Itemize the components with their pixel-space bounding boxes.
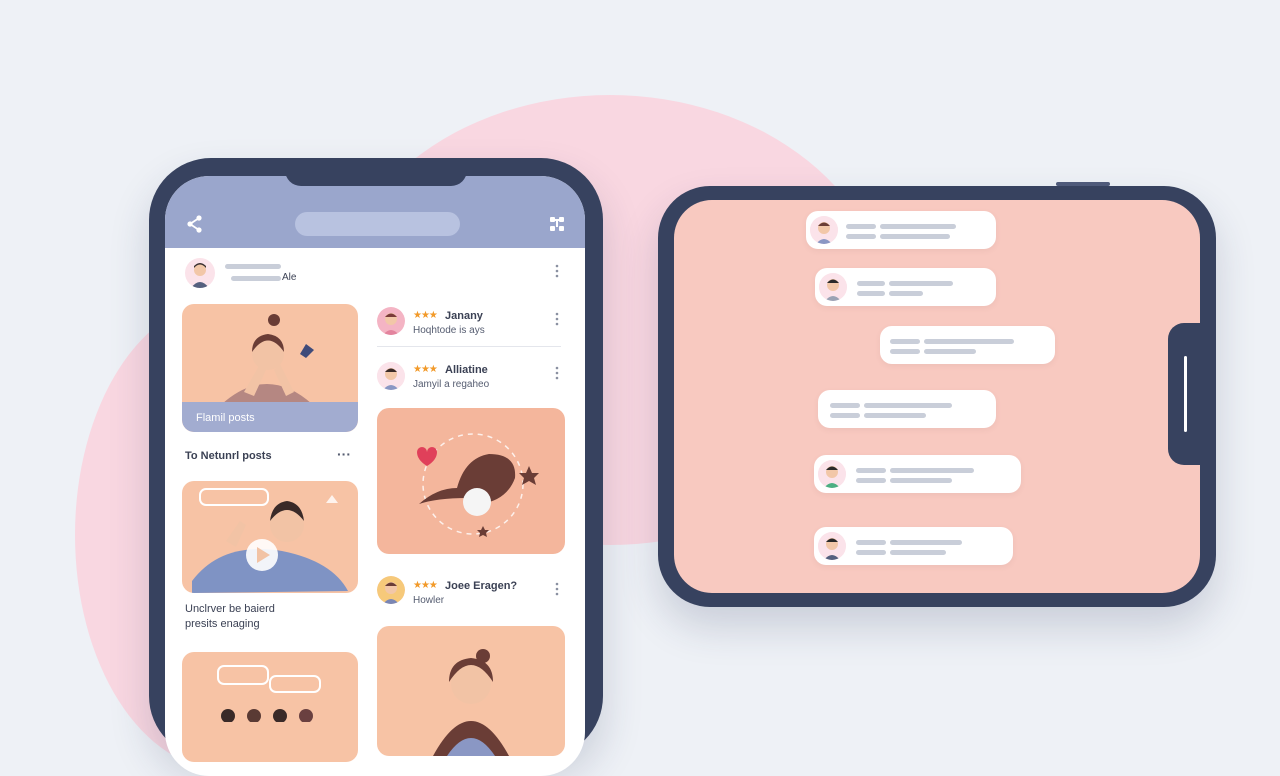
username-placeholder-2 [231, 276, 281, 281]
home-indicator[interactable] [1184, 356, 1187, 432]
message-placeholder [856, 468, 886, 473]
post-author-name[interactable]: Janany [445, 310, 483, 322]
settings-icon[interactable] [547, 214, 567, 234]
portrait-phone: Ale Flamil posts To Netunrl posts ··· Un… [149, 158, 603, 776]
heart-illustration [417, 433, 539, 537]
user-avatar[interactable] [185, 258, 215, 288]
message-placeholder [890, 339, 920, 344]
message-placeholder [890, 349, 920, 354]
section-title: To Netunrl posts [185, 450, 272, 462]
post-rating: ★★★ [413, 580, 438, 591]
message-placeholder [889, 281, 953, 286]
message-placeholder [890, 550, 946, 555]
portrait-post-card[interactable] [377, 626, 565, 756]
post-rating: ★★★ [413, 364, 438, 375]
message-placeholder [890, 468, 974, 473]
message-placeholder [856, 550, 886, 555]
app-top-bar [165, 176, 585, 248]
more-vertical-icon[interactable] [555, 264, 559, 278]
message-placeholder [924, 339, 1014, 344]
chat-avatar [810, 216, 838, 244]
message-placeholder [856, 540, 886, 545]
post-avatar[interactable] [377, 362, 405, 390]
chat-bubble[interactable] [806, 211, 996, 249]
message-placeholder [924, 349, 976, 354]
post-subtitle: Howler [413, 595, 445, 606]
woman-illustration [433, 649, 509, 756]
post-avatar[interactable] [377, 307, 405, 335]
featured-post-card[interactable]: Flamil posts [182, 304, 358, 432]
more-vertical-icon[interactable] [555, 366, 559, 380]
message-placeholder [889, 291, 923, 296]
group-illustration [217, 665, 321, 723]
chat-bubble[interactable] [815, 268, 996, 306]
message-placeholder [864, 403, 952, 408]
caption-line-2: presits enaging [185, 618, 260, 630]
chat-bubble[interactable] [818, 390, 996, 428]
post-subtitle: Hoqhtode is ays [413, 325, 485, 336]
chat-avatar [818, 532, 846, 560]
message-placeholder [890, 478, 952, 483]
phone-notch [285, 158, 467, 186]
message-placeholder [830, 403, 860, 408]
post-author-name[interactable]: Joee Eragen? [445, 580, 517, 592]
image-post-card[interactable] [377, 408, 565, 554]
message-placeholder [890, 540, 962, 545]
search-bar[interactable] [295, 212, 460, 236]
chat-avatar [819, 273, 847, 301]
message-placeholder [857, 281, 885, 286]
message-placeholder [830, 413, 860, 418]
message-placeholder [846, 234, 876, 239]
message-placeholder [846, 224, 876, 229]
chat-avatar [818, 460, 846, 488]
message-placeholder [856, 478, 886, 483]
feed-screen: Ale Flamil posts To Netunrl posts ··· Un… [165, 176, 585, 776]
group-post-card[interactable] [182, 652, 358, 762]
message-placeholder [857, 291, 885, 296]
message-placeholder [880, 234, 950, 239]
post-subtitle: Jamyil a regaheo [413, 379, 490, 390]
message-placeholder [864, 413, 926, 418]
header-user-suffix: Ale [282, 272, 297, 283]
chat-bubble-sent[interactable] [880, 326, 1055, 364]
divider [377, 346, 561, 347]
chat-bubble[interactable] [814, 527, 1013, 565]
share-icon[interactable] [185, 214, 205, 234]
more-horizontal-icon[interactable]: ··· [337, 446, 351, 462]
post-author-name[interactable]: Alliatine [445, 364, 488, 376]
more-vertical-icon[interactable] [555, 582, 559, 596]
username-placeholder [225, 264, 281, 269]
post-avatar[interactable] [377, 576, 405, 604]
post-rating: ★★★ [413, 310, 438, 321]
featured-card-label: Flamil posts [196, 412, 255, 424]
chat-bubble[interactable] [814, 455, 1021, 493]
video-thumbnail [192, 488, 348, 593]
more-vertical-icon[interactable] [555, 312, 559, 326]
caption-line-1: Unclrver be baierd [185, 603, 275, 615]
phone-button [1056, 182, 1110, 186]
message-placeholder [880, 224, 956, 229]
video-post-card[interactable] [182, 481, 358, 593]
